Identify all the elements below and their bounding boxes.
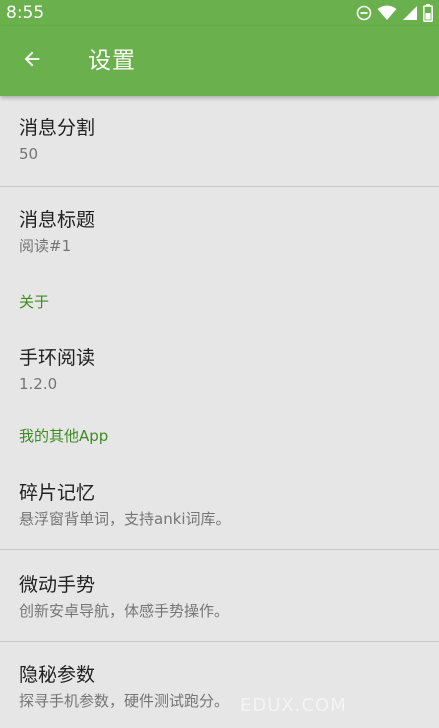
pref-summary: 创新安卓导航，体感手势操作。 xyxy=(19,602,230,620)
pref-band-reader[interactable]: 手环阅读 1.2.0 xyxy=(0,324,439,412)
watermark: EDUX.COM xyxy=(240,695,347,716)
arrow-back-icon xyxy=(21,48,43,74)
page-title: 设置 xyxy=(88,48,136,74)
pref-title: 消息标题 xyxy=(19,209,96,231)
pref-title: 隐秘参数 xyxy=(19,664,96,686)
pref-summary: 1.2.0 xyxy=(19,375,58,393)
pref-message-split[interactable]: 消息分割 50 xyxy=(0,96,439,186)
status-bar: 8:55 xyxy=(0,0,439,26)
do-not-disturb-icon xyxy=(356,5,372,21)
pref-app-micro-gesture[interactable]: 微动手势 创新安卓导航，体感手势操作。 xyxy=(0,550,439,641)
settings-list: 消息分割 50 消息标题 阅读#1 关于 手环阅读 1.2.0 我的其他App … xyxy=(0,96,439,728)
status-icons xyxy=(356,4,433,22)
pref-title: 消息分割 xyxy=(19,117,96,139)
pref-app-hidden-params[interactable]: 隐秘参数 探寻手机参数，硬件测试跑分。 xyxy=(0,642,439,728)
category-about: 关于 xyxy=(19,293,50,311)
pref-title: 微动手势 xyxy=(19,574,96,596)
app-bar: 设置 xyxy=(0,26,439,96)
back-button[interactable] xyxy=(14,43,50,79)
signal-icon xyxy=(402,5,418,21)
pref-message-title[interactable]: 消息标题 阅读#1 xyxy=(0,187,439,278)
pref-summary: 探寻手机参数，硬件测试跑分。 xyxy=(19,692,230,710)
category-other-apps: 我的其他App xyxy=(19,427,109,445)
battery-icon xyxy=(423,4,433,22)
pref-summary: 50 xyxy=(19,145,39,163)
pref-title: 碎片记忆 xyxy=(19,482,96,504)
pref-summary: 悬浮窗背单词，支持anki词库。 xyxy=(19,510,231,528)
pref-app-fragment-memory[interactable]: 碎片记忆 悬浮窗背单词，支持anki词库。 xyxy=(0,458,439,549)
pref-title: 手环阅读 xyxy=(19,347,96,369)
pref-summary: 阅读#1 xyxy=(19,237,72,255)
status-time: 8:55 xyxy=(6,3,45,23)
wifi-icon xyxy=(377,5,397,21)
